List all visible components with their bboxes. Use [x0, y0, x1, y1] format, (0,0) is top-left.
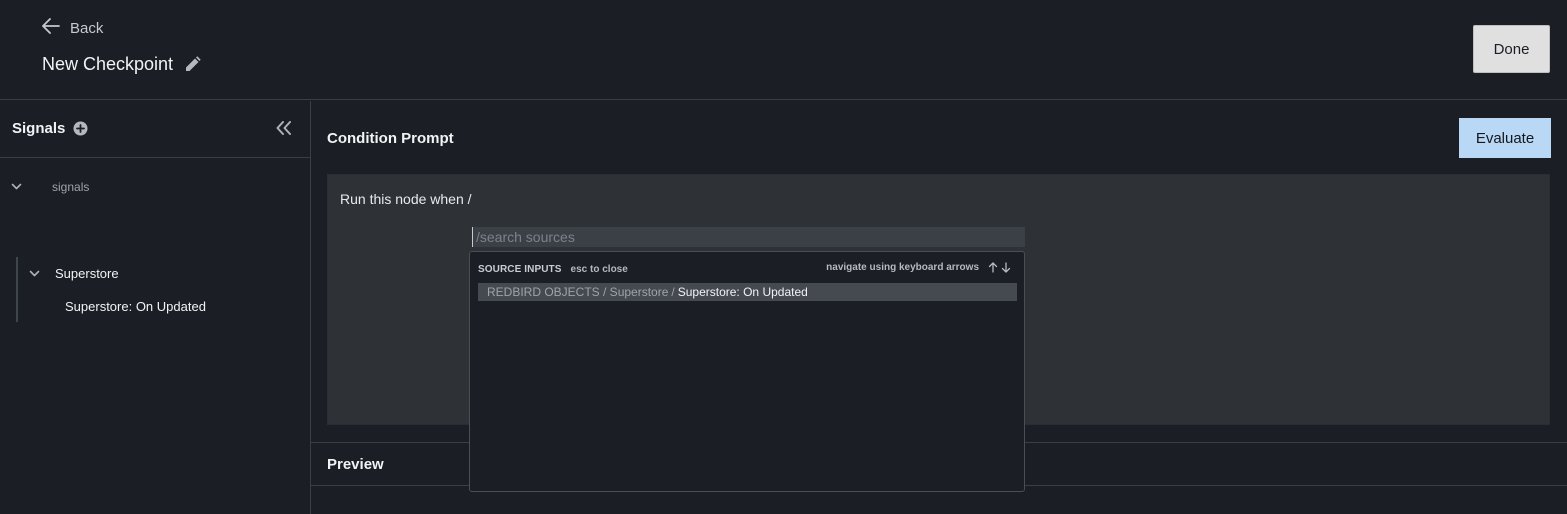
page-title: New Checkpoint	[42, 54, 201, 75]
sidebar-title: Signals	[12, 120, 66, 137]
arrow-up-icon	[988, 262, 998, 273]
chevron-down-icon[interactable]	[29, 270, 40, 278]
done-button[interactable]: Done	[1473, 25, 1550, 73]
page-title-text: New Checkpoint	[42, 54, 174, 74]
dropdown-item-superstore-on-updated[interactable]: REDBIRD OBJECTS / Superstore / Superstor…	[478, 283, 1017, 301]
arrow-down-icon	[1001, 262, 1011, 273]
navigation-hint: navigate using keyboard arrows	[826, 262, 1014, 273]
condition-prompt-title: Condition Prompt	[327, 130, 454, 147]
tree-node-signals-label: signals	[52, 180, 90, 194]
tree-node-signals[interactable]: signals	[11, 180, 89, 194]
tree-node-superstore-on-updated-label: Superstore: On Updated	[65, 299, 206, 314]
tree-guide-line	[16, 257, 18, 322]
evaluate-button[interactable]: Evaluate	[1459, 118, 1551, 158]
prompt-text: Run this node when /	[340, 191, 472, 207]
dropdown-item-path: REDBIRD OBJECTS / Superstore	[487, 285, 669, 299]
collapse-sidebar-icon[interactable]	[276, 121, 292, 140]
navigation-hint-text: navigate using keyboard arrows	[826, 262, 979, 273]
dropdown-item-leaf: Superstore: On Updated	[677, 285, 808, 299]
add-signal-icon[interactable]	[73, 121, 88, 141]
dropdown-header: SOURCE INPUTS esc to close	[478, 264, 628, 275]
back-button[interactable]: Back	[42, 18, 103, 38]
dropdown-item-separator: /	[671, 285, 675, 299]
tree-node-superstore-label: Superstore	[55, 266, 119, 281]
dropdown-section-label: SOURCE INPUTS	[478, 264, 562, 275]
source-inputs-dropdown: SOURCE INPUTS esc to close navigate usin…	[469, 251, 1025, 492]
tree-node-superstore-on-updated[interactable]: Superstore: On Updated	[65, 299, 206, 314]
signals-sidebar: Signals signals Superstore Superstore: O…	[0, 101, 311, 514]
search-sources-input[interactable]	[472, 227, 1025, 247]
tree-node-superstore[interactable]: Superstore	[29, 266, 119, 281]
preview-title: Preview	[327, 456, 384, 473]
back-label: Back	[70, 19, 104, 37]
close-hint: esc to close	[570, 264, 628, 275]
sidebar-header: Signals	[0, 101, 310, 158]
chevron-down-icon[interactable]	[11, 183, 22, 191]
arrow-left-icon	[42, 18, 70, 38]
pencil-icon[interactable]	[184, 56, 201, 73]
header: Back New Checkpoint Done	[0, 0, 1567, 100]
